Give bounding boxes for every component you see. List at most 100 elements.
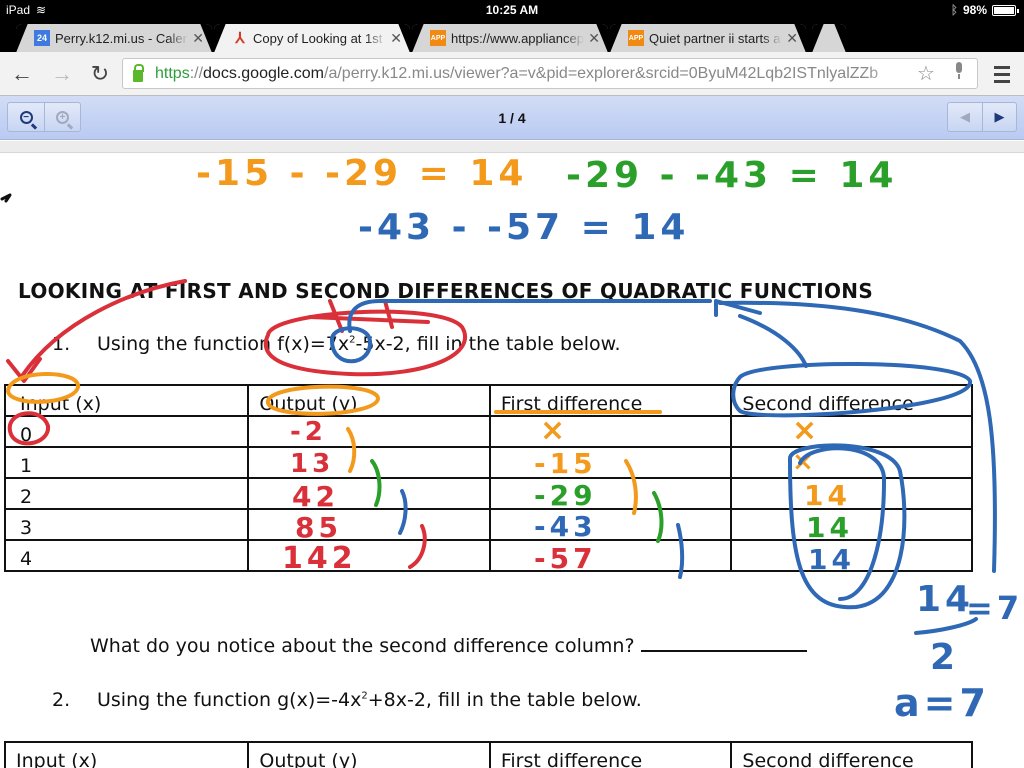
cell-first-diff bbox=[488, 508, 733, 541]
app-icon: APP bbox=[430, 30, 446, 46]
question-2: 2. Using the function g(x)=-4x2+8x-2, fil… bbox=[52, 689, 642, 711]
question-text-cont: +8x-2, fill in the table below. bbox=[367, 689, 642, 711]
handwritten-second-diff: × bbox=[792, 413, 822, 448]
url-scheme: https bbox=[155, 64, 190, 82]
cell-output bbox=[247, 477, 491, 510]
cell-second-diff bbox=[730, 477, 973, 510]
header-input: Input (x) bbox=[3, 384, 250, 417]
handwritten-first-diff: -15 bbox=[534, 447, 597, 480]
header-output: Output (y) bbox=[247, 384, 491, 417]
close-tab-icon[interactable]: ✕ bbox=[390, 30, 402, 47]
cell-output bbox=[247, 415, 491, 448]
handwritten-equation-green: -29 - -43 = 14 bbox=[566, 155, 898, 196]
page-top-margin bbox=[0, 141, 1024, 153]
reload-button[interactable]: ↻ bbox=[86, 60, 114, 88]
next-page-button[interactable]: ▶ bbox=[982, 103, 1016, 131]
handwritten-second-diff: × bbox=[792, 447, 818, 477]
triangle-left-icon: ◀ bbox=[960, 109, 970, 124]
handwritten-second-diff: 14 bbox=[806, 511, 853, 544]
table-row: 0 bbox=[3, 415, 973, 448]
tab-appliance-parts[interactable]: APP https://www.appliancepart ✕ bbox=[412, 24, 608, 52]
header-output: Output (y) bbox=[247, 741, 491, 768]
menu-icon-bar bbox=[994, 72, 1010, 76]
tab-title: Perry.k12.mi.us - Calendar bbox=[55, 30, 189, 46]
page-navigation: ◀ ▶ bbox=[947, 102, 1017, 132]
red-check bbox=[6, 357, 42, 383]
table-row: 1 bbox=[3, 446, 973, 479]
blue-curve-2 bbox=[738, 314, 808, 368]
pdf-icon: ⅄ bbox=[235, 30, 245, 47]
tab-title: Quiet partner ii starts and bbox=[649, 30, 783, 46]
cell-input: 1 bbox=[3, 446, 250, 479]
triangle-right-icon: ▶ bbox=[994, 109, 1005, 124]
handwritten-first-diff: -43 bbox=[534, 510, 597, 543]
document-title: LOOKING AT FIRST AND SECOND DIFFERENCES … bbox=[18, 279, 874, 303]
question-number: 2. bbox=[52, 689, 71, 711]
page-indicator: 1 / 4 bbox=[498, 110, 526, 126]
cell-first-diff bbox=[488, 477, 733, 510]
ink-smudge bbox=[0, 193, 12, 203]
tab-pdf-viewer[interactable]: ⅄ Copy of Looking at 1st and ✕ bbox=[214, 24, 410, 52]
cell-input: 0 bbox=[3, 415, 250, 448]
forward-button[interactable]: → bbox=[48, 60, 76, 88]
handwritten-a-value: a=7 bbox=[894, 681, 990, 725]
handwritten-output: 42 bbox=[292, 480, 339, 513]
table-header-row: Input (x) Output (y) First difference Se… bbox=[3, 741, 973, 768]
handwritten-equation-blue: -43 - -57 = 14 bbox=[358, 207, 690, 248]
previous-page-button[interactable]: ◀ bbox=[948, 103, 982, 131]
new-tab-button[interactable] bbox=[812, 24, 846, 52]
cell-first-diff bbox=[488, 415, 733, 448]
header-input: Input (x) bbox=[3, 741, 250, 768]
header-second-difference: Second difference bbox=[730, 741, 973, 768]
handwritten-second-diff: 14 bbox=[808, 543, 855, 576]
question-1: 1. Using the function f(x)=7x2-5x-2, fill… bbox=[52, 333, 621, 355]
red-bar bbox=[308, 315, 430, 324]
menu-button[interactable] bbox=[990, 62, 1014, 86]
microphone-icon[interactable] bbox=[941, 62, 977, 85]
notice-question: What do you notice about the second diff… bbox=[90, 635, 807, 657]
tab-quiet-partner[interactable]: APP Quiet partner ii starts and ✕ bbox=[610, 24, 806, 52]
menu-icon-bar bbox=[994, 65, 1010, 69]
cell-input: 2 bbox=[3, 477, 250, 510]
tab-calendar[interactable]: 24 Perry.k12.mi.us - Calendar ✕ bbox=[16, 24, 212, 52]
menu-icon-bar bbox=[994, 79, 1010, 83]
handwritten-equation-orange: -15 - -29 = 14 bbox=[196, 153, 528, 194]
question-text-cont: -5x-2, fill in the table below. bbox=[355, 333, 621, 355]
header-second-difference: Second difference bbox=[730, 384, 973, 417]
table-2: Input (x) Output (y) First difference Se… bbox=[3, 741, 973, 768]
app-icon: APP bbox=[628, 30, 644, 46]
document-page: LOOKING AT FIRST AND SECOND DIFFERENCES … bbox=[0, 141, 1024, 768]
handwritten-output: 85 bbox=[295, 511, 342, 544]
handwritten-first-diff: × bbox=[540, 413, 570, 448]
url-separator: :// bbox=[189, 64, 204, 82]
bookmark-star-icon[interactable]: ☆ bbox=[911, 61, 941, 86]
url-host: docs.google.com bbox=[203, 64, 324, 82]
question-number: 1. bbox=[52, 333, 71, 355]
close-tab-icon[interactable]: ✕ bbox=[192, 30, 204, 47]
pdf-viewer-bar: − + 1 / 4 ◀ ▶ bbox=[0, 96, 1024, 140]
close-tab-icon[interactable]: ✕ bbox=[588, 30, 600, 47]
url-bar[interactable]: https :// docs.google.com /a/perry.k12.m… bbox=[122, 58, 978, 89]
table-header-row: Input (x) Output (y) First difference Se… bbox=[3, 384, 973, 417]
close-tab-icon[interactable]: ✕ bbox=[786, 30, 798, 47]
answer-blank[interactable] bbox=[640, 638, 807, 652]
bluetooth-icon: ᛒ bbox=[950, 3, 958, 17]
blue-arrow-stroke bbox=[347, 299, 712, 333]
handwritten-output: 13 bbox=[290, 449, 335, 479]
tab-strip: 24 Perry.k12.mi.us - Calendar ✕ ⅄ Copy o… bbox=[0, 22, 1024, 52]
url-path: /a/perry.k12.mi.us/viewer?a=v&pid=explor… bbox=[324, 64, 879, 82]
handwritten-output: -2 bbox=[290, 417, 327, 447]
cell-output bbox=[247, 508, 491, 541]
forward-arrow-icon: → bbox=[51, 61, 73, 86]
back-button[interactable]: ← bbox=[8, 60, 36, 88]
handwritten-second-diff: 14 bbox=[804, 479, 851, 512]
question-text: Using the function g(x)=-4x bbox=[97, 689, 362, 711]
lock-icon bbox=[133, 63, 144, 82]
header-first-difference: First difference bbox=[488, 384, 733, 417]
cell-input: 4 bbox=[3, 539, 250, 572]
handwritten-output: 142 bbox=[282, 541, 357, 576]
clock: 10:25 AM bbox=[485, 3, 539, 17]
cell-input: 3 bbox=[3, 508, 250, 541]
tab-title: https://www.appliancepart bbox=[451, 30, 584, 46]
handwritten-fraction-result: =7 bbox=[966, 589, 1024, 627]
